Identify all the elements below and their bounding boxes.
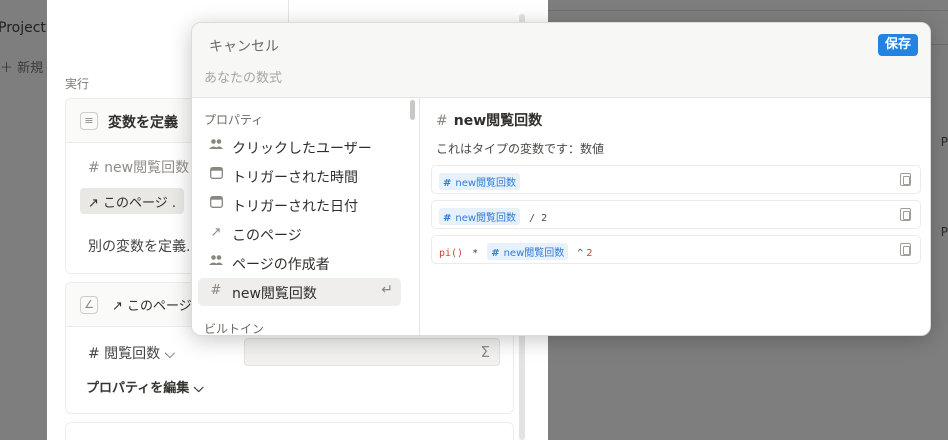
save-button[interactable]: 保存 bbox=[877, 34, 918, 56]
suggestion-item-new-view-count[interactable]: # new閲覧回数 ↵ bbox=[198, 278, 401, 306]
calendar-icon bbox=[208, 196, 224, 212]
cancel-button[interactable]: キャンセル bbox=[209, 36, 279, 56]
operator: ^ bbox=[577, 248, 584, 259]
formula-icon[interactable]: Σ bbox=[481, 343, 490, 361]
detail-pane: # new閲覧回数 これはタイプの変数です：数値 # new閲覧回数 # new閲覧回… bbox=[420, 98, 930, 335]
suggestion-item-page-creator[interactable]: ページの作成者 bbox=[198, 249, 401, 277]
item-label: ページの作成者 bbox=[232, 257, 330, 273]
item-label: このページ bbox=[232, 228, 302, 244]
builtins-section-label: ビルトイン bbox=[204, 322, 265, 336]
detail-description: これはタイプの変数です：数値 bbox=[436, 142, 605, 156]
calendar-icon bbox=[208, 167, 224, 183]
property-value-field[interactable]: Σ bbox=[244, 338, 500, 366]
formula-editor-popup: キャンセル 保存 あなたの数式 プロパティ クリックしたユーザー トリガーされた… bbox=[191, 22, 931, 336]
example-box[interactable]: # new閲覧回数 bbox=[431, 165, 921, 194]
number: 2 bbox=[541, 213, 548, 224]
this-page-chip[interactable]: ↗ このページ . bbox=[80, 188, 185, 214]
number: 2 bbox=[586, 248, 593, 259]
enter-icon: ↵ bbox=[381, 282, 393, 298]
arrow-icon: ↗ bbox=[210, 225, 222, 240]
edit-icon: ∠ bbox=[80, 296, 98, 314]
people-icon bbox=[208, 254, 224, 270]
define-another-variable[interactable]: 別の変数を定義... bbox=[88, 236, 199, 256]
people-icon bbox=[208, 138, 224, 154]
card-title: 変数を定義 bbox=[108, 115, 178, 131]
suggestion-item-clicked-user[interactable]: クリックしたユーザー bbox=[198, 133, 401, 161]
run-section-label: 実行 bbox=[65, 77, 90, 91]
operator: * bbox=[472, 248, 479, 259]
formula-header: キャンセル 保存 あなたの数式 bbox=[192, 23, 930, 98]
properties-section-label: プロパティ bbox=[204, 113, 264, 127]
variable-name[interactable]: # new閲覧回数 bbox=[88, 157, 189, 177]
edge-marker: P bbox=[940, 225, 948, 239]
copy-icon[interactable] bbox=[900, 173, 911, 186]
property-selector[interactable]: # 閲覧回数 ⌵ bbox=[88, 343, 175, 363]
variable-token: # new閲覧回数 bbox=[487, 243, 569, 260]
variable-token: # new閲覧回数 bbox=[439, 173, 521, 190]
example-box[interactable]: pi() * # new閲覧回数 ^ 2 bbox=[431, 235, 921, 264]
variable-token: # new閲覧回数 bbox=[439, 208, 521, 225]
item-label: new閲覧回数 bbox=[232, 286, 317, 302]
this-page-chip[interactable]: ↗ このページ bbox=[104, 291, 200, 317]
item-label: トリガーされた時間 bbox=[232, 170, 358, 186]
function: pi() bbox=[439, 248, 464, 259]
suggestion-item-trigger-time[interactable]: トリガーされた時間 bbox=[198, 162, 401, 190]
item-label: クリックしたユーザー bbox=[232, 141, 372, 157]
hash-icon: # bbox=[210, 283, 222, 298]
hash-icon: # bbox=[436, 113, 448, 129]
divider bbox=[288, 0, 289, 22]
operator: / bbox=[529, 213, 536, 224]
edit-property-button[interactable]: プロパティを編集 ⌵ bbox=[86, 377, 204, 396]
copy-icon[interactable] bbox=[900, 243, 911, 256]
item-label: トリガーされた日付 bbox=[232, 199, 358, 215]
detail-title: # new閲覧回数 bbox=[436, 110, 542, 130]
new-button[interactable]: ＋ 新規 bbox=[0, 57, 43, 76]
suggestion-list: プロパティ クリックしたユーザー トリガーされた時間 トリガーされた日付 ↗ こ… bbox=[192, 98, 420, 336]
variable-icon: ≡ bbox=[80, 112, 98, 130]
example-box[interactable]: # new閲覧回数 / 2 bbox=[431, 200, 921, 229]
suggestion-item-trigger-date[interactable]: トリガーされた日付 bbox=[198, 191, 401, 219]
detail-title-text: new閲覧回数 bbox=[453, 113, 543, 129]
suggestion-item-this-page[interactable]: ↗ このページ bbox=[198, 220, 401, 248]
formula-input[interactable]: あなたの数式 bbox=[204, 67, 664, 89]
divider bbox=[548, 10, 948, 11]
copy-icon[interactable] bbox=[900, 208, 911, 221]
edge-marker: P bbox=[940, 135, 948, 149]
next-card bbox=[65, 422, 514, 440]
list-scrollbar[interactable] bbox=[410, 100, 415, 120]
